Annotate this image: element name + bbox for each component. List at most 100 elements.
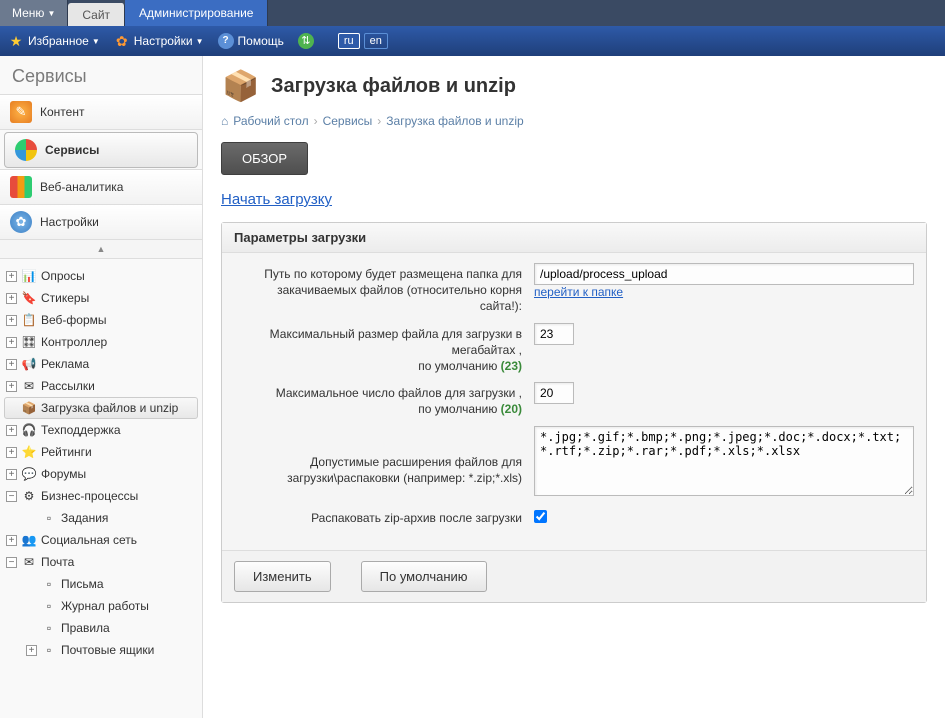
sidebar-main-settings[interactable]: ✿ Настройки bbox=[0, 204, 202, 240]
sidebar-main-content[interactable]: ✎ Контент bbox=[0, 94, 202, 130]
expand-icon[interactable]: + bbox=[6, 337, 17, 348]
expand-icon[interactable]: + bbox=[6, 271, 17, 282]
services-icon bbox=[15, 139, 37, 161]
item-icon: 📋 bbox=[21, 312, 37, 328]
row-unzip: Распаковать zip-архив после загрузки bbox=[234, 507, 914, 526]
tree-item[interactable]: ▫Журнал работы bbox=[4, 595, 198, 617]
gear-icon: ✿ bbox=[114, 33, 130, 49]
item-icon: ▫ bbox=[41, 510, 57, 526]
favorites-menu[interactable]: ★ Избранное ▼ bbox=[8, 33, 100, 49]
change-button[interactable]: Изменить bbox=[234, 561, 331, 592]
tree-item[interactable]: +▫Почтовые ящики bbox=[4, 639, 198, 661]
row-ext: Допустимые расширения файлов для загрузк… bbox=[234, 426, 914, 499]
sidebar-main-services[interactable]: Сервисы bbox=[4, 132, 198, 168]
tree-item[interactable]: +⭐Рейтинги bbox=[4, 441, 198, 463]
tree-item-label: Задания bbox=[61, 511, 108, 525]
tree-item-label: Бизнес-процессы bbox=[41, 489, 138, 503]
help-icon: ? bbox=[218, 33, 234, 49]
tree-item[interactable]: ▫Письма bbox=[4, 573, 198, 595]
sidebar-main-label: Сервисы bbox=[45, 143, 99, 157]
tab-site[interactable]: Сайт bbox=[68, 3, 125, 26]
tree-item-label: Техподдержка bbox=[41, 423, 121, 437]
ext-label: Допустимые расширения файлов для загрузк… bbox=[234, 426, 534, 486]
lang-en[interactable]: en bbox=[364, 33, 388, 49]
count-input[interactable] bbox=[534, 382, 574, 404]
item-icon: 📦 bbox=[21, 400, 37, 416]
item-icon: ✉ bbox=[21, 554, 37, 570]
menu-button[interactable]: Меню ▼ bbox=[0, 0, 68, 26]
leaf-icon bbox=[26, 623, 37, 634]
item-icon: ✉ bbox=[21, 378, 37, 394]
expand-icon[interactable]: + bbox=[6, 359, 17, 370]
tree-item[interactable]: + 📋 Веб-формы bbox=[4, 309, 198, 331]
size-input[interactable] bbox=[534, 323, 574, 345]
language-switch: ru en bbox=[338, 33, 388, 49]
crumb-home[interactable]: Рабочий стол bbox=[233, 114, 308, 128]
lang-ru[interactable]: ru bbox=[338, 33, 360, 49]
browse-button[interactable]: ОБЗОР bbox=[221, 142, 308, 175]
page-title: Загрузка файлов и unzip bbox=[271, 75, 516, 98]
sidebar-main-label: Контент bbox=[40, 105, 84, 119]
star-icon: ★ bbox=[8, 33, 24, 49]
tree-item[interactable]: +🎧Техподдержка bbox=[4, 419, 198, 441]
tab-admin[interactable]: Администрирование bbox=[125, 0, 268, 26]
expand-icon[interactable]: + bbox=[6, 425, 17, 436]
item-icon: ▫ bbox=[41, 598, 57, 614]
tree-item-label: Веб-формы bbox=[41, 313, 107, 327]
tree-item[interactable]: +🔖Стикеры bbox=[4, 287, 198, 309]
ext-textarea[interactable] bbox=[534, 426, 914, 496]
size-label: Максимальный размер файла для загрузки в… bbox=[234, 323, 534, 375]
expand-icon[interactable]: + bbox=[6, 381, 17, 392]
tree-item[interactable]: +📢Реклама bbox=[4, 353, 198, 375]
tree-item-label: Почтовые ящики bbox=[61, 643, 154, 657]
panel-title: Параметры загрузки bbox=[222, 223, 926, 253]
sync-button[interactable]: ⇅ bbox=[298, 33, 314, 49]
tree-item[interactable]: +📊Опросы bbox=[4, 265, 198, 287]
unzip-checkbox[interactable] bbox=[534, 510, 547, 523]
params-panel: Параметры загрузки Путь по которому буде… bbox=[221, 222, 927, 603]
tree-item[interactable]: +💬Форумы bbox=[4, 463, 198, 485]
sidebar-tree: +📊Опросы+🔖Стикеры+📋Веб-формы+🎛Контроллер… bbox=[0, 259, 202, 667]
count-label: Максимальное число файлов для загрузки ,… bbox=[234, 382, 534, 417]
collapse-icon[interactable]: − bbox=[6, 491, 17, 502]
help-menu[interactable]: ? Помощь bbox=[218, 33, 284, 49]
expand-icon[interactable]: + bbox=[6, 447, 17, 458]
home-icon: ⌂ bbox=[221, 114, 228, 128]
tree-item[interactable]: +✉Рассылки bbox=[4, 375, 198, 397]
tree-item[interactable]: 📦Загрузка файлов и unzip bbox=[4, 397, 198, 419]
sync-icon: ⇅ bbox=[298, 33, 314, 49]
expand-icon[interactable]: + bbox=[6, 315, 17, 326]
crumb-sep-icon: › bbox=[377, 114, 381, 128]
tree-item[interactable]: + 🎛 Контроллер bbox=[4, 331, 198, 353]
page-icon: 📦 bbox=[221, 66, 261, 106]
subbar: ★ Избранное ▼ ✿ Настройки ▼ ? Помощь ⇅ r… bbox=[0, 26, 945, 56]
panel-footer: Изменить По умолчанию bbox=[222, 550, 926, 602]
crumb-services[interactable]: Сервисы bbox=[323, 114, 373, 128]
collapse-icon[interactable]: − bbox=[6, 557, 17, 568]
expand-icon[interactable]: + bbox=[6, 293, 17, 304]
item-icon: 💬 bbox=[21, 466, 37, 482]
settings-icon: ✿ bbox=[10, 211, 32, 233]
settings-menu[interactable]: ✿ Настройки ▼ bbox=[114, 33, 204, 49]
expand-icon[interactable]: + bbox=[26, 645, 37, 656]
leaf-icon bbox=[26, 601, 37, 612]
item-icon: 🎛 bbox=[21, 334, 37, 350]
expand-icon[interactable]: + bbox=[6, 535, 17, 546]
leaf-icon bbox=[26, 579, 37, 590]
expand-icon[interactable]: + bbox=[6, 469, 17, 480]
tree-item[interactable]: −✉Почта bbox=[4, 551, 198, 573]
path-input[interactable] bbox=[534, 263, 914, 285]
default-button[interactable]: По умолчанию bbox=[361, 561, 487, 592]
goto-folder-link[interactable]: перейти к папке bbox=[534, 285, 623, 299]
sidebar-collapse[interactable]: ▲ bbox=[0, 240, 202, 259]
start-upload-link[interactable]: Начать загрузку bbox=[221, 191, 332, 208]
sidebar-main-analytics[interactable]: Веб-аналитика bbox=[0, 169, 202, 205]
caret-icon: ▼ bbox=[196, 37, 204, 46]
tree-item[interactable]: ▫ Задания bbox=[4, 507, 198, 529]
tree-item[interactable]: −⚙Бизнес-процессы bbox=[4, 485, 198, 507]
tree-item[interactable]: ▫Правила bbox=[4, 617, 198, 639]
tree-item-label: Контроллер bbox=[41, 335, 107, 349]
tree-item-label: Письма bbox=[61, 577, 104, 591]
crumb-current: Загрузка файлов и unzip bbox=[386, 114, 523, 128]
tree-item[interactable]: +👥Социальная сеть bbox=[4, 529, 198, 551]
